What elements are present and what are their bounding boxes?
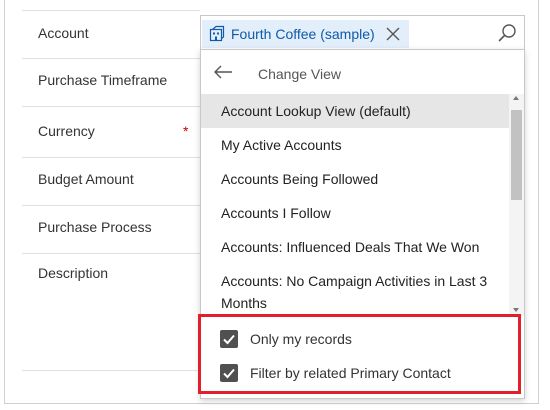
field-divider [22, 253, 200, 254]
view-item[interactable]: Account Lookup View (default) [201, 94, 509, 128]
account-icon [209, 25, 225, 42]
checkmark-icon [223, 368, 235, 379]
flyout-header: Change View [201, 50, 524, 94]
form-border-left [4, 0, 5, 404]
view-list-scrollbar[interactable] [509, 94, 524, 316]
view-item-label: Accounts: No Campaign Activities in Last… [221, 273, 488, 311]
view-item-label: Account Lookup View (default) [221, 103, 411, 119]
view-item-label: Accounts: Influenced Deals That We Won [221, 239, 480, 255]
field-label-account: Account [38, 25, 89, 41]
scrollbar-thumb[interactable] [511, 110, 522, 200]
field-label-purchase-timeframe: Purchase Timeframe [38, 72, 168, 88]
filter-label: Only my records [250, 331, 352, 347]
field-label-description: Description [38, 265, 109, 281]
account-lookup-input[interactable]: Fourth Coffee (sample) [200, 15, 525, 49]
view-item-label: Accounts Being Followed [221, 171, 379, 187]
view-item[interactable]: Accounts: Influenced Deals That We Won [201, 230, 509, 264]
field-divider [22, 205, 200, 206]
filter-options-highlight: Only my records Filter by related Primar… [198, 314, 521, 394]
field-label-currency: Currency [38, 123, 95, 139]
field-divider [22, 58, 200, 59]
view-item-label: Accounts I Follow [221, 205, 331, 221]
required-indicator: * [183, 123, 189, 139]
field-divider [22, 157, 200, 158]
field-label-purchase-process: Purchase Process [38, 219, 152, 235]
field-divider [22, 370, 200, 371]
selected-account-name[interactable]: Fourth Coffee (sample) [231, 26, 375, 42]
close-icon[interactable] [385, 26, 401, 42]
view-item[interactable]: My Active Accounts [201, 128, 509, 162]
form-border-right [538, 0, 539, 404]
view-list: Account Lookup View (default) My Active … [201, 94, 509, 316]
scroll-up-arrow-icon[interactable] [513, 96, 519, 100]
search-icon[interactable] [497, 23, 517, 43]
checkbox-checked[interactable] [220, 364, 238, 382]
view-item[interactable]: Accounts I Follow [201, 196, 509, 230]
scroll-down-arrow-icon[interactable] [513, 308, 519, 312]
field-label-budget-amount: Budget Amount [38, 171, 134, 187]
filter-only-my-records[interactable]: Only my records [201, 325, 518, 353]
field-divider [22, 106, 200, 107]
view-item[interactable]: Accounts Being Followed [201, 162, 509, 196]
checkmark-icon [223, 334, 235, 345]
form-border-bottom [4, 403, 539, 404]
field-divider [22, 10, 200, 11]
checkbox-checked[interactable] [220, 330, 238, 348]
view-item-label: My Active Accounts [221, 137, 342, 153]
arrow-left-icon[interactable] [213, 65, 233, 79]
change-view-label: Change View [258, 66, 342, 82]
filter-related-primary-contact[interactable]: Filter by related Primary Contact [201, 359, 518, 387]
selected-account-tag[interactable]: Fourth Coffee (sample) [202, 20, 409, 48]
filter-label: Filter by related Primary Contact [250, 365, 451, 381]
view-item[interactable]: Accounts: No Campaign Activities in Last… [201, 264, 509, 316]
